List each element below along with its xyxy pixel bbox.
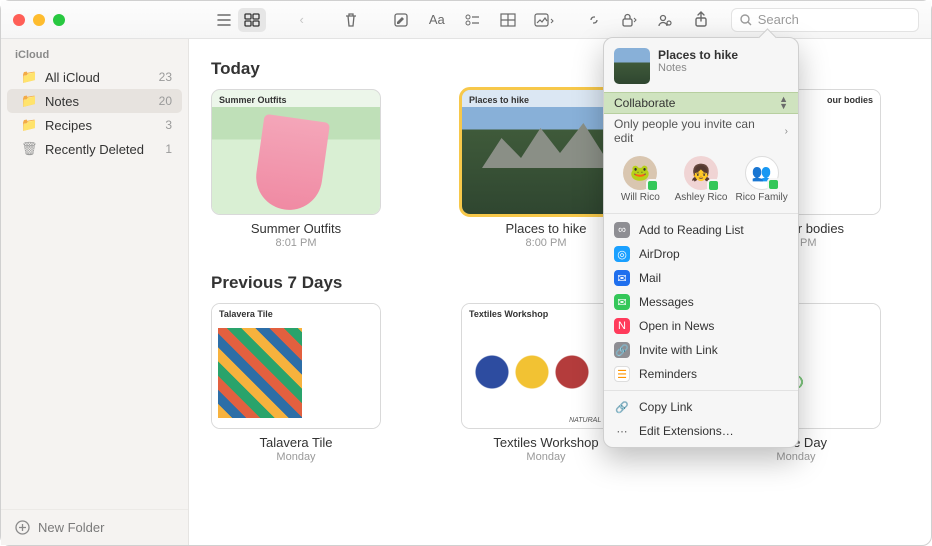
note-thumbnail: Talavera Tile [211, 303, 381, 429]
share-mode-selector[interactable]: Collaborate ▲▼ [604, 92, 798, 114]
person-name: Rico Family [736, 192, 788, 203]
person-name: Will Rico [621, 192, 660, 203]
note-title: Summer Outfits [211, 221, 381, 236]
action-invite-with-link[interactable]: 🔗Invite with Link [604, 338, 798, 362]
popover-thumbnail [614, 48, 650, 84]
format-button[interactable]: Aa [423, 8, 451, 32]
note-card-summer-outfits[interactable]: Summer Outfits Summer Outfits 8:01 PM [211, 89, 381, 249]
person-name: Ashley Rico [675, 192, 728, 203]
note-thumbnail: Summer Outfits [211, 89, 381, 215]
sidebar-item-notes[interactable]: 📁 Notes 20 [7, 89, 182, 113]
new-note-button[interactable] [387, 8, 415, 32]
note-time: Monday [711, 451, 881, 463]
permission-row[interactable]: Only people you invite can edit › [604, 114, 798, 148]
action-mail[interactable]: ✉Mail [604, 266, 798, 290]
sidebar-item-all-icloud[interactable]: 📁 All iCloud 23 [7, 65, 182, 89]
sidebar-item-label: Recently Deleted [45, 142, 157, 157]
media-button[interactable] [530, 8, 558, 32]
search-placeholder: Search [758, 12, 799, 27]
avatar: 👧 [684, 156, 718, 190]
airdrop-icon: ◎ [614, 246, 630, 262]
avatar: 👥 [745, 156, 779, 190]
new-folder-label: New Folder [38, 520, 104, 535]
folder-icon: 📁 [21, 93, 37, 109]
reading-list-icon: ∞ [614, 222, 630, 238]
lock-button[interactable] [616, 8, 644, 32]
notes-gallery: Today Summer Outfits Summer Outfits 8:01… [189, 39, 931, 545]
gallery-view-button[interactable] [238, 8, 266, 32]
action-edit-extensions[interactable]: ⋯Edit Extensions… [604, 419, 798, 443]
action-reminders[interactable]: ☰Reminders [604, 362, 798, 386]
share-mode-label: Collaborate [614, 96, 675, 110]
search-field[interactable]: Search [731, 8, 919, 32]
delete-button[interactable] [338, 8, 366, 32]
note-time: Monday [211, 451, 381, 463]
avatar: 🐸 [623, 156, 657, 190]
sidebar-item-label: All iCloud [45, 70, 151, 85]
person-rico-family[interactable]: 👥 Rico Family [734, 156, 790, 203]
trash-icon: 🗑 [21, 141, 37, 157]
link-icon: 🔗 [614, 342, 630, 358]
messages-badge-icon [767, 178, 780, 191]
sidebar: iCloud 📁 All iCloud 23 📁 Notes 20 📁 Reci… [1, 39, 189, 545]
person-will-rico[interactable]: 🐸 Will Rico [612, 156, 668, 203]
list-view-button[interactable] [210, 8, 238, 32]
share-button[interactable] [687, 8, 715, 32]
window-controls [13, 14, 65, 26]
permission-label: Only people you invite can edit [614, 117, 777, 145]
mail-icon: ✉ [614, 270, 630, 286]
collaborate-button[interactable] [651, 8, 679, 32]
messages-badge-icon [707, 179, 720, 192]
minimize-window-button[interactable] [33, 14, 45, 26]
action-copy-link[interactable]: 🔗Copy Link [604, 395, 798, 419]
link-note-button[interactable] [580, 8, 608, 32]
folder-icon: 📁 [21, 69, 37, 85]
popover-subtitle: Notes [658, 62, 738, 74]
note-time: Monday [461, 451, 631, 463]
reminders-icon: ☰ [614, 366, 630, 382]
action-messages[interactable]: ✉Messages [604, 290, 798, 314]
news-icon: N [614, 318, 630, 334]
sidebar-item-recently-deleted[interactable]: 🗑 Recently Deleted 1 [7, 137, 182, 161]
suggested-people: 🐸 Will Rico 👧 Ashley Rico 👥 Rico Family [604, 148, 798, 209]
note-card-talavera-tile[interactable]: Talavera Tile Talavera Tile Monday [211, 303, 381, 463]
sidebar-item-count: 3 [165, 118, 172, 132]
action-add-to-reading-list[interactable]: ∞Add to Reading List [604, 218, 798, 242]
titlebar: ‹ Aa Search [1, 1, 931, 39]
sidebar-item-recipes[interactable]: 📁 Recipes 3 [7, 113, 182, 137]
note-title: Talavera Tile [211, 435, 381, 450]
share-popover: Places to hike Notes Collaborate ▲▼ Only… [603, 37, 799, 448]
messages-badge-icon [646, 179, 659, 192]
note-time: 8:01 PM [211, 237, 381, 249]
sidebar-item-label: Notes [45, 94, 151, 109]
action-open-in-news[interactable]: NOpen in News [604, 314, 798, 338]
folder-icon: 📁 [21, 117, 37, 133]
new-folder-button[interactable]: New Folder [1, 509, 188, 545]
action-airdrop[interactable]: ◎AirDrop [604, 242, 798, 266]
stepper-icon: ▲▼ [779, 96, 788, 110]
section-header-previous-7-days: Previous 7 Days [211, 273, 909, 293]
person-ashley-rico[interactable]: 👧 Ashley Rico [673, 156, 729, 203]
copy-link-icon: 🔗 [614, 399, 630, 415]
sidebar-item-label: Recipes [45, 118, 157, 133]
popover-header: Places to hike Notes [604, 38, 798, 92]
plus-circle-icon [15, 520, 30, 535]
sidebar-item-count: 1 [165, 142, 172, 156]
zoom-window-button[interactable] [53, 14, 65, 26]
checklist-button[interactable] [459, 8, 487, 32]
sidebar-item-count: 20 [159, 94, 172, 108]
sidebar-section-header: iCloud [1, 39, 188, 65]
search-icon [740, 14, 752, 26]
chevron-right-icon: › [785, 126, 788, 137]
sidebar-item-count: 23 [159, 70, 172, 84]
table-button[interactable] [494, 8, 522, 32]
back-button[interactable]: ‹ [288, 8, 316, 32]
messages-icon: ✉ [614, 294, 630, 310]
section-header-today: Today [211, 59, 909, 79]
close-window-button[interactable] [13, 14, 25, 26]
extensions-icon: ⋯ [614, 423, 630, 439]
popover-title: Places to hike [658, 48, 738, 62]
